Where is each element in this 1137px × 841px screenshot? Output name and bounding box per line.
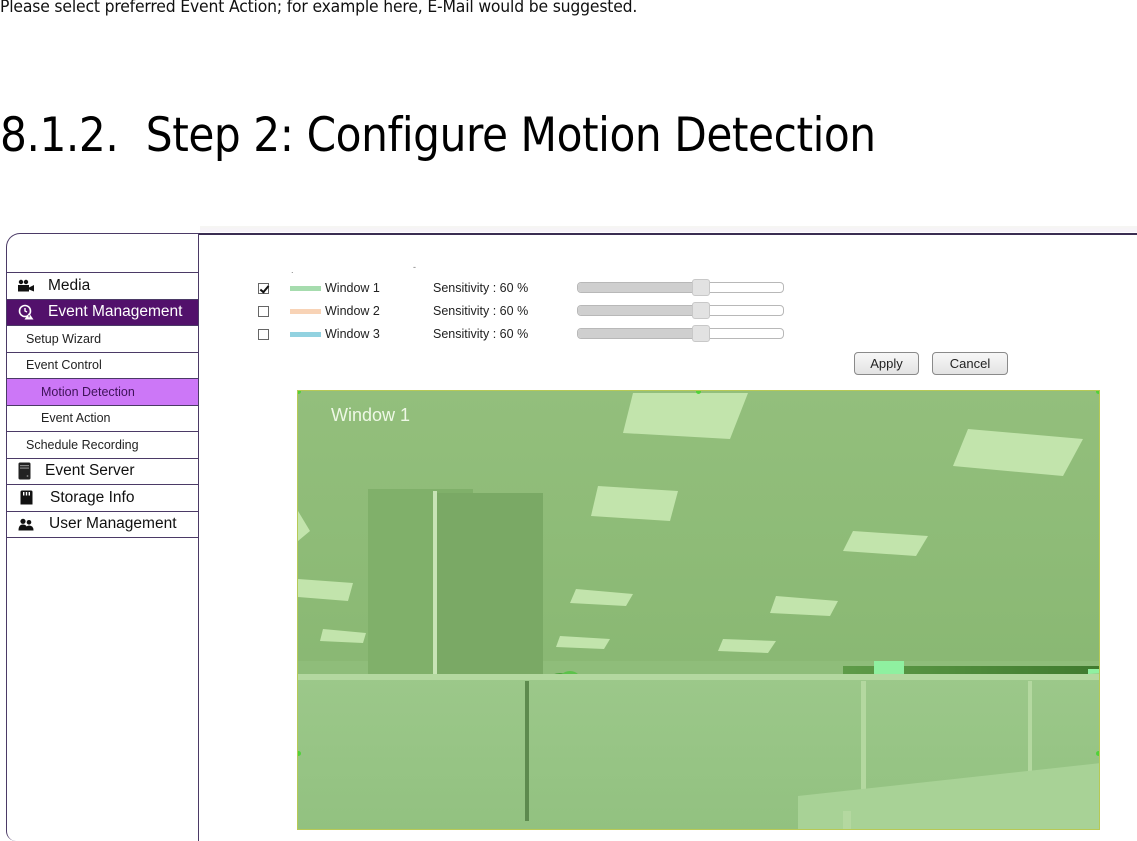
camera-web-ui-screenshot: Media Event Management Setup Wizard Even… (6, 233, 1137, 841)
slider-thumb[interactable] (692, 279, 711, 296)
users-icon (17, 516, 35, 532)
slider-fill (578, 283, 702, 292)
window-3-sensitivity-slider[interactable] (577, 325, 784, 342)
cancel-button[interactable]: Cancel (932, 352, 1008, 375)
window-1-sensitivity-slider[interactable] (577, 279, 784, 296)
window-2-checkbox[interactable] (258, 305, 269, 317)
section-title: Step 2: Configure Motion Detection (145, 108, 876, 163)
window-2-sensitivity-slider[interactable] (577, 302, 784, 319)
slider-thumb[interactable] (692, 302, 711, 319)
sidebar-item-label: Setup Wizard (26, 331, 102, 346)
sidebar-item-storage-info[interactable]: Storage Info (7, 484, 198, 511)
motion-detection-panel: . - Window 1 Sensitivity : 60 % Window 2… (201, 235, 1137, 841)
sidebar-item-label: Storage Info (50, 488, 135, 506)
sidebar-item-event-control[interactable]: Event Control (7, 351, 198, 379)
sidebar-item-label: Media (48, 276, 91, 294)
sd-card-icon (17, 490, 35, 506)
sidebar-item-schedule-recording[interactable]: Schedule Recording (7, 431, 198, 458)
sidebar-divider (7, 537, 198, 538)
slider-fill (578, 329, 702, 338)
sensitivity-label: Sensitivity : 60 % (433, 304, 529, 318)
sensitivity-label: Sensitivity : 60 % (433, 327, 529, 341)
sidebar-item-label: Motion Detection (41, 384, 135, 399)
sidebar-item-label: Schedule Recording (26, 437, 139, 452)
detection-window-row: Window 2 Sensitivity : 60 % (258, 301, 575, 321)
sidebar-item-label: Event Management (48, 303, 183, 321)
sidebar-item-event-management[interactable]: Event Management (7, 298, 198, 325)
window-2-color-swatch (290, 308, 321, 314)
sidebar-item-motion-detection[interactable]: Motion Detection (7, 378, 198, 405)
section-heading: 8.1.2. Step 2: Configure Motion Detection (0, 108, 876, 163)
region-handle[interactable] (1096, 751, 1099, 756)
intro-paragraph: Please select preferred Event Action; fo… (0, 0, 638, 17)
window-3-color-swatch (290, 331, 321, 337)
detection-window-row: Window 1 Sensitivity : 60 % (258, 278, 575, 298)
sidebar-item-label: Event Action (41, 411, 111, 426)
server-icon (15, 462, 33, 480)
event-alarm-icon (17, 304, 35, 320)
sidebar-item-label: Event Control (26, 358, 102, 373)
sidebar-item-media[interactable]: Media (7, 272, 198, 299)
cut-off-text-artifact: - (413, 262, 416, 272)
detection-window-row: Window 3 Sensitivity : 60 % (258, 324, 575, 344)
sensitivity-label: Sensitivity : 60 % (433, 281, 529, 295)
video-camera-icon (17, 278, 35, 294)
detection-window-overlay-label: Window 1 (331, 405, 411, 425)
slider-fill (578, 306, 702, 315)
sidebar-item-user-management[interactable]: User Management (7, 510, 198, 538)
sidebar-item-setup-wizard[interactable]: Setup Wizard (7, 325, 198, 352)
sidebar-item-label: Event Server (45, 462, 135, 480)
window-label: Window 2 (325, 304, 380, 318)
sidebar-item-event-server[interactable]: Event Server (7, 457, 198, 485)
region-handle[interactable] (1096, 391, 1099, 394)
sidebar-nav: Media Event Management Setup Wizard Even… (7, 272, 198, 538)
camera-live-view[interactable]: Window 1 (297, 390, 1100, 830)
window-label: Window 3 (325, 327, 380, 341)
sidebar-item-label: User Management (49, 515, 177, 533)
window-label: Window 1 (325, 281, 380, 295)
sidebar: Media Event Management Setup Wizard Even… (6, 233, 199, 841)
window-1-color-swatch (290, 285, 321, 291)
section-number: 8.1.2. (0, 108, 119, 163)
sidebar-item-event-action[interactable]: Event Action (7, 404, 198, 432)
cut-off-text-artifact: . (291, 265, 294, 275)
screenshot-top-edge (200, 226, 1137, 232)
apply-button[interactable]: Apply (854, 352, 919, 375)
window-3-checkbox[interactable] (258, 328, 269, 340)
window-1-checkbox[interactable] (258, 282, 269, 294)
slider-thumb[interactable] (692, 325, 711, 342)
camera-scene-image (298, 391, 1099, 829)
